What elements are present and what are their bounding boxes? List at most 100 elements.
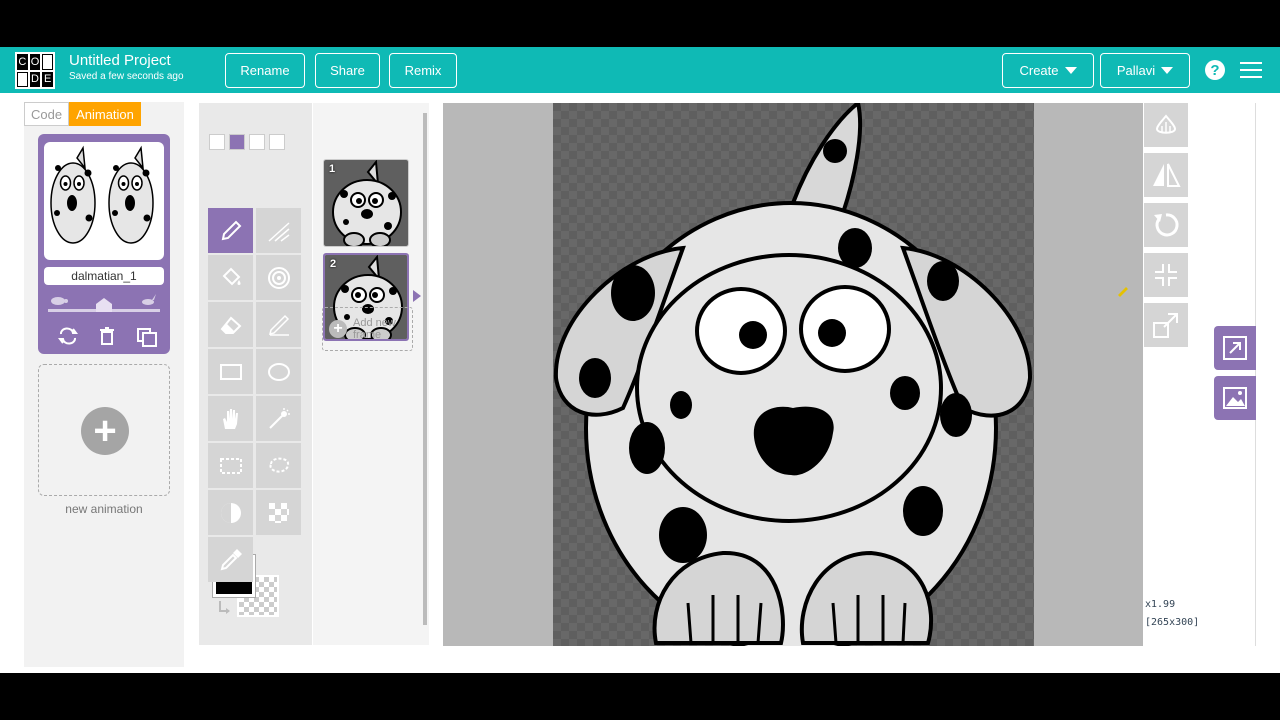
mode-tabs: Code Animation <box>24 102 141 126</box>
pencil-icon <box>221 220 241 240</box>
tool-line-button[interactable] <box>256 208 301 253</box>
center-icon <box>1155 264 1177 286</box>
tool-bucket-button[interactable] <box>208 255 253 300</box>
rotate-icon <box>1154 213 1179 237</box>
brush-size-4[interactable] <box>269 134 285 150</box>
ellipse-icon <box>267 362 290 381</box>
piskel-app: C O D E Untitled Project Saved a few sec… <box>0 47 1280 673</box>
plus-icon: + <box>329 320 347 338</box>
plus-icon: + <box>81 407 129 455</box>
canvas-dimensions: [265x300] <box>1145 617 1200 628</box>
expand-icon <box>1223 336 1247 360</box>
animation-actions <box>58 327 158 347</box>
animation-thumbnail[interactable] <box>44 142 164 260</box>
onion-skin-button[interactable] <box>1144 103 1188 147</box>
duplicate-icon[interactable] <box>136 327 158 347</box>
brush-size-1[interactable] <box>209 134 225 150</box>
magic-wand-icon <box>268 407 290 429</box>
user-dropdown[interactable]: Pallavi <box>1100 53 1190 88</box>
dither-icon <box>268 502 289 523</box>
pen-icon <box>268 314 289 336</box>
new-animation-button[interactable]: + <box>38 364 170 496</box>
rotate-button[interactable] <box>1144 203 1188 247</box>
chevron-down-icon <box>1161 67 1174 74</box>
tool-pen-button[interactable] <box>256 302 301 347</box>
tool-eyedropper-button[interactable] <box>208 537 253 582</box>
tool-rect-select-button[interactable] <box>208 443 253 488</box>
lighten-icon <box>220 502 241 523</box>
animation-name-field[interactable]: dalmatian_1 <box>44 267 164 285</box>
create-dropdown[interactable]: Create <box>1002 53 1094 88</box>
import-image-button[interactable] <box>1214 376 1256 420</box>
zoom-level: x1.99 <box>1145 599 1176 610</box>
tool-spiral-button[interactable] <box>256 255 301 300</box>
animation-list-panel: Code Animation dalmatian_1 + new animati… <box>24 102 184 667</box>
tool-lasso-button[interactable] <box>256 443 301 488</box>
add-frame-button[interactable]: + Add new frame <box>322 307 413 351</box>
tool-lighten-button[interactable] <box>208 490 253 535</box>
hamburger-menu-icon[interactable] <box>1240 62 1262 78</box>
resize-icon <box>1153 313 1178 338</box>
frame-rate-slider[interactable] <box>48 294 160 316</box>
flip-button[interactable] <box>1144 153 1188 197</box>
center-button[interactable] <box>1144 253 1188 297</box>
spiral-icon <box>267 266 290 289</box>
create-label: Create <box>1019 63 1059 78</box>
animation-card[interactable]: dalmatian_1 <box>38 134 170 354</box>
hand-icon <box>222 408 238 429</box>
code-logo[interactable]: C O D E <box>15 52 55 89</box>
tool-hand-button[interactable] <box>208 396 253 441</box>
tool-ellipse-button[interactable] <box>256 349 301 394</box>
expand-panel-button[interactable] <box>1214 326 1256 370</box>
frame-thumbnail[interactable]: 1 <box>323 159 409 247</box>
help-icon[interactable]: ? <box>1205 60 1225 80</box>
slider-thumb[interactable] <box>96 298 112 312</box>
project-title[interactable]: Untitled Project <box>69 52 171 69</box>
dog-thumb-right <box>108 145 154 244</box>
eraser-icon <box>220 316 241 334</box>
onion-skin-icon <box>1155 114 1177 134</box>
save-status: Saved a few seconds ago <box>69 71 184 82</box>
flip-horizontal-icon <box>1153 163 1181 187</box>
tool-dither-button[interactable] <box>256 490 301 535</box>
add-frame-label-line2: frame <box>353 329 382 341</box>
chevron-down-icon <box>1064 67 1077 74</box>
logo-letter-d: D <box>29 71 41 87</box>
header-bar: C O D E Untitled Project Saved a few sec… <box>0 47 1280 93</box>
resize-button[interactable] <box>1144 303 1188 347</box>
frame-1-preview <box>324 160 408 246</box>
brush-size-3[interactable] <box>249 134 265 150</box>
rename-button[interactable]: Rename <box>225 53 305 88</box>
tab-code[interactable]: Code <box>24 102 70 126</box>
logo-blank <box>42 54 53 70</box>
dog-thumb-left <box>50 145 96 244</box>
eyedropper-icon <box>220 548 242 570</box>
frame-strip: 1 2 + Add new frame <box>313 103 429 645</box>
loop-icon[interactable] <box>58 327 78 345</box>
cursor-pencil-icon <box>1118 287 1128 297</box>
rect-select-icon <box>219 457 242 474</box>
tab-animation[interactable]: Animation <box>69 102 141 126</box>
tool-pencil-button[interactable] <box>208 208 253 253</box>
swap-colors-icon[interactable] <box>217 599 233 615</box>
drawing-canvas-area[interactable] <box>443 103 1143 646</box>
share-button[interactable]: Share <box>315 53 380 88</box>
tool-rectangle-button[interactable] <box>208 349 253 394</box>
tool-palette <box>199 103 312 645</box>
user-name: Pallavi <box>1116 63 1156 78</box>
tool-eraser-button[interactable] <box>208 302 253 347</box>
brush-size-2[interactable] <box>229 134 245 150</box>
new-animation-label: new animation <box>65 502 143 516</box>
add-frame-label-line1: Add new <box>353 317 396 329</box>
lasso-icon <box>269 457 289 473</box>
transform-toolbar: x1.99 [265x300] <box>1143 103 1256 646</box>
turtle-icon <box>51 297 68 305</box>
trash-icon[interactable] <box>98 327 116 345</box>
frame-strip-scrollbar[interactable] <box>423 113 427 625</box>
screen: C O D E Untitled Project Saved a few sec… <box>0 0 1280 720</box>
dalmatian-sprite[interactable] <box>553 103 1034 646</box>
rectangle-icon <box>219 363 242 380</box>
brush-size-picker <box>209 134 285 150</box>
remix-button[interactable]: Remix <box>389 53 457 88</box>
tool-magic-wand-button[interactable] <box>256 396 301 441</box>
